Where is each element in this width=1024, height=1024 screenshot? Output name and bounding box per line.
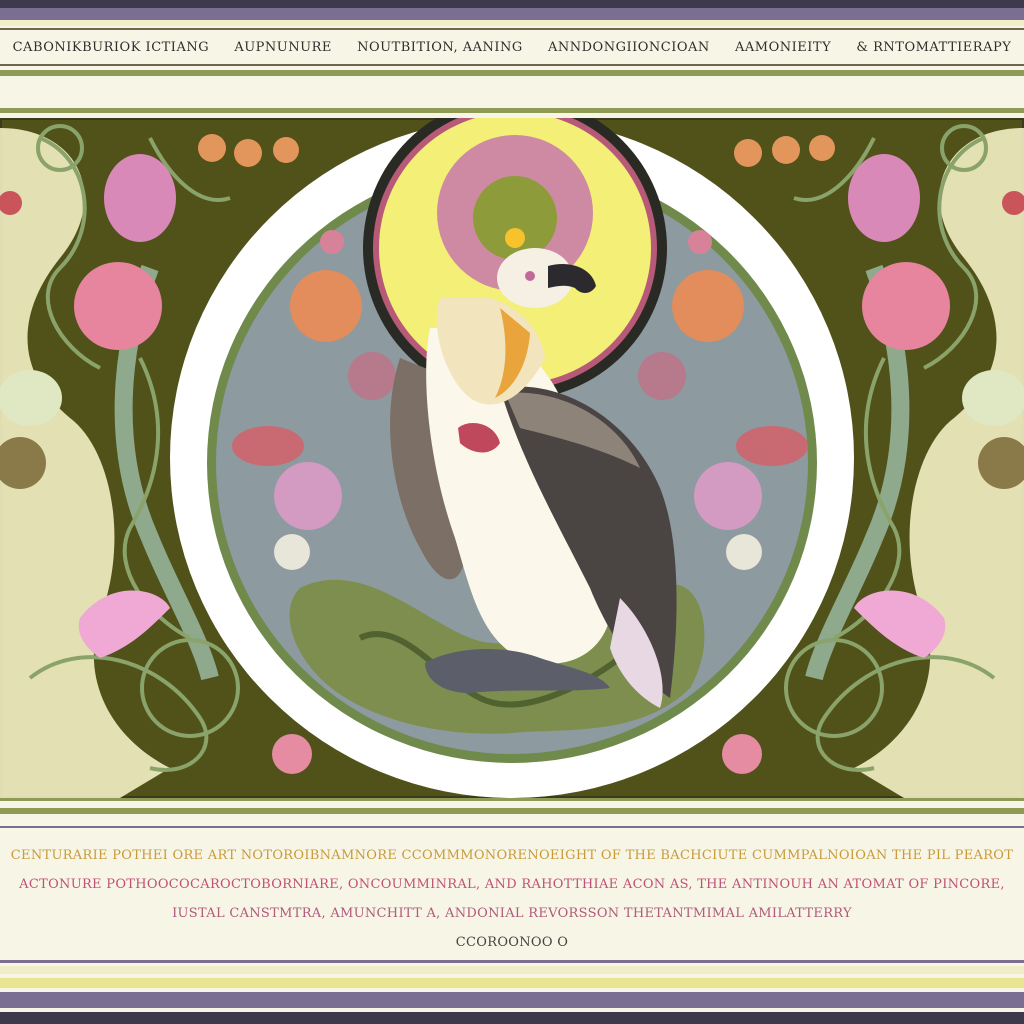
orange-bud (772, 136, 800, 164)
bottom-stripe-yellow (0, 978, 1024, 988)
pink-pompom-flower (848, 154, 920, 242)
olive-stripe-lower (0, 108, 1024, 113)
caption-block: CENTURARIE POTHEI ORE ART NOTOROIBNAMNOR… (0, 848, 1024, 964)
halo-sun (505, 228, 525, 248)
header-item: AAMONIEITY (735, 39, 832, 55)
white-clover (274, 534, 310, 570)
olive-stripe-upper (0, 70, 1024, 76)
caption-top-rule (0, 826, 1024, 828)
bottom-stripe-dark (0, 1012, 1024, 1024)
bottom-rule-purple (0, 960, 1024, 963)
orange-bud (273, 137, 299, 163)
vulture-illustration (0, 118, 1024, 798)
cream-blossom (0, 370, 62, 426)
mauve-thistle (348, 352, 396, 400)
orange-bud (734, 139, 762, 167)
orange-bud (234, 139, 262, 167)
art-bottom-rule (0, 798, 1024, 801)
orange-bud (809, 135, 835, 161)
top-stripe-dark (0, 0, 1024, 8)
bottom-stripe-cream (0, 966, 1024, 974)
header-item: CABONIKBURIOK ICTIANG (12, 39, 210, 55)
bottom-stripe-purple (0, 992, 1024, 1008)
header-item: NOUTBITION, AANING (357, 39, 523, 55)
red-carnation (232, 426, 304, 466)
pink-flower-small (722, 734, 762, 774)
pink-pompom-flower (862, 262, 950, 350)
pink-flower-small (272, 734, 312, 774)
header-item: AUPNUNURE (234, 39, 332, 55)
pink-pompom-flower (74, 262, 162, 350)
orange-dahlia (672, 270, 744, 342)
caption-line: IUSTAL CANSTMTRA, AMUNCHITT A, ANDONIAL … (172, 906, 852, 921)
header-item: ANNDONGIIONCIOAN (548, 39, 710, 55)
cream-blossom (962, 370, 1024, 426)
top-stripe-purple (0, 8, 1024, 20)
header-rule-bottom (0, 64, 1024, 66)
top-stripe-cream (0, 20, 1024, 26)
vulture-eye (525, 271, 535, 281)
poster: CABONIKBURIOK ICTIANG AUPNUNURE NOUTBITI… (0, 0, 1024, 1024)
lower-olive-stripe (0, 808, 1024, 814)
signature: CCOROONOO O (455, 935, 569, 950)
header-item: & RNTOMATTIERAPY (856, 39, 1012, 55)
caption-line: ACTONURE POTHOOCOCAROCTOBORNIARE, ONCOUM… (19, 877, 1005, 892)
pink-bud (688, 230, 712, 254)
orange-bud (198, 134, 226, 162)
caption-line: CENTURARIE POTHEI ORE ART NOTOROIBNAMNOR… (10, 848, 1014, 863)
header-text: CABONIKBURIOK ICTIANG AUPNUNURE NOUTBITI… (0, 30, 1024, 64)
orange-dahlia (290, 270, 362, 342)
mauve-thistle (638, 352, 686, 400)
lilac-pompom (274, 462, 342, 530)
white-clover (726, 534, 762, 570)
pink-bud (320, 230, 344, 254)
pink-pompom-flower (104, 154, 176, 242)
lilac-pompom (694, 462, 762, 530)
red-carnation (736, 426, 808, 466)
